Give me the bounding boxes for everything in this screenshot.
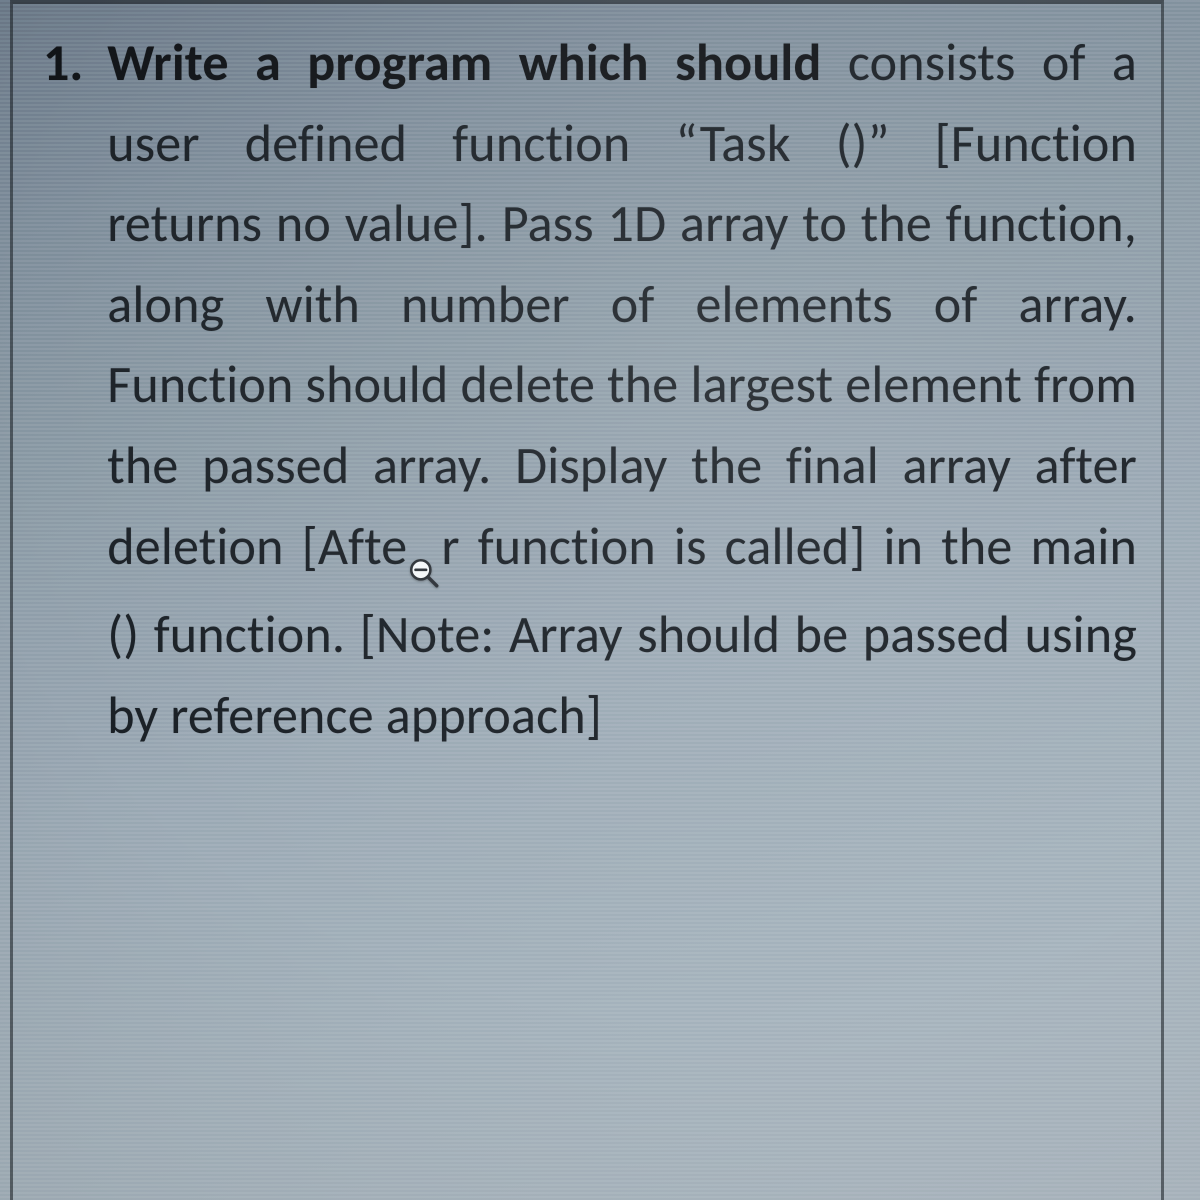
table-cell: 1. Write a program which should consists… [10,0,1164,1200]
item-lead: Write a program which should [107,30,821,94]
item-number: 1. [37,22,107,103]
item-text-1: consists of a user defined function “Tas… [107,30,1137,578]
cursor-letter: e [381,514,407,578]
list-item: 1. Write a program which should consists… [37,22,1137,755]
magnifier-cursor-icon [407,532,441,613]
item-body: Write a program which should consists of… [107,22,1137,755]
